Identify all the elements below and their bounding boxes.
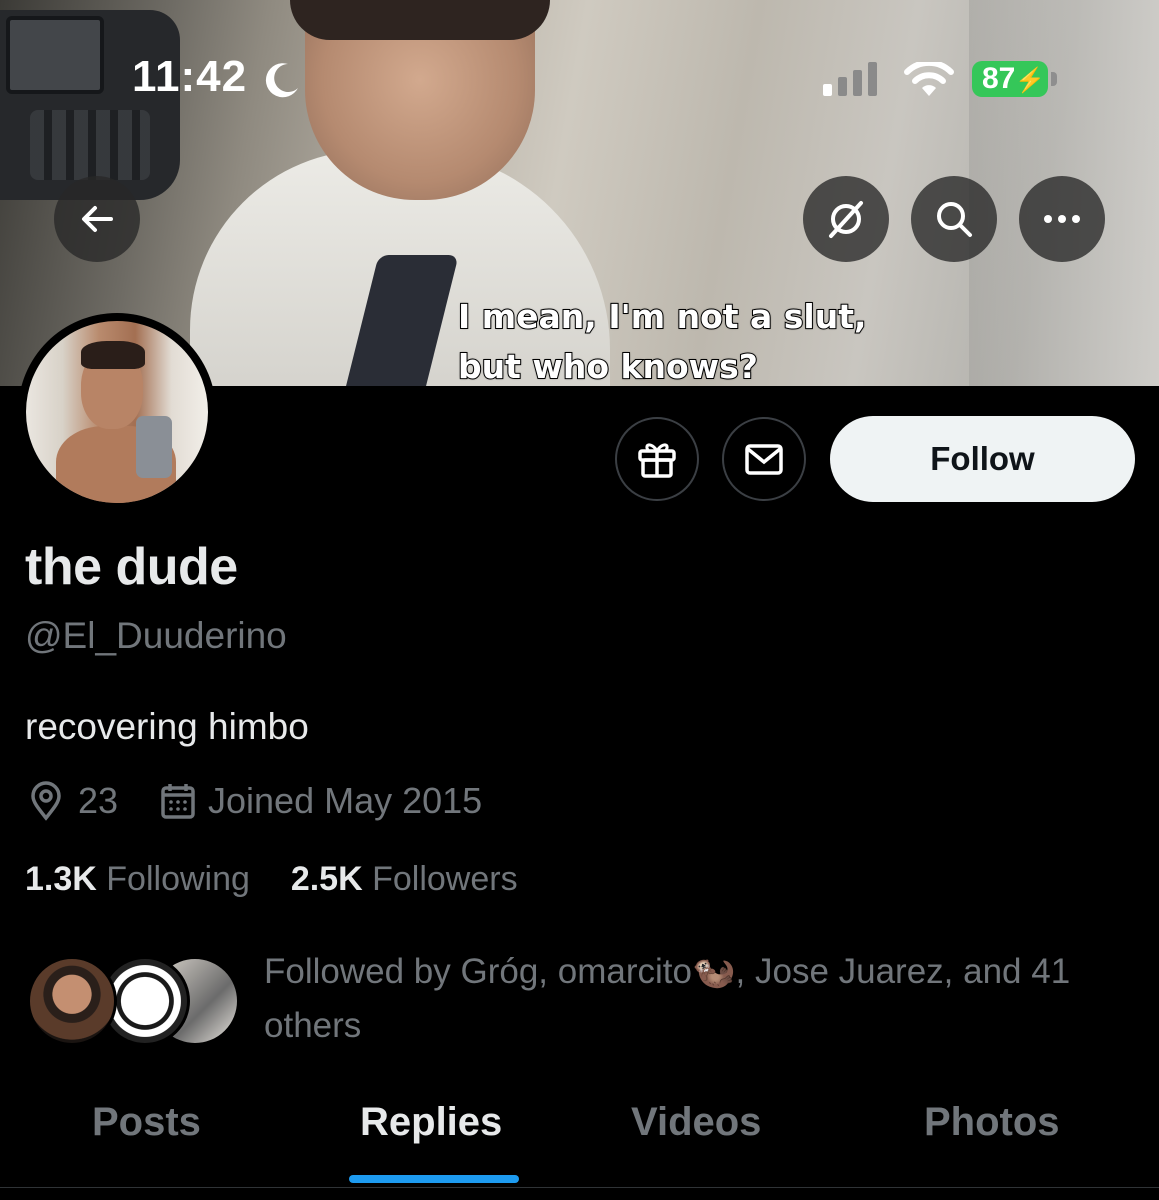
followers-link[interactable]: 2.5K Followers — [291, 860, 518, 898]
follow-button[interactable]: Follow — [830, 416, 1135, 502]
tab-photos[interactable]: Photos — [924, 1100, 1060, 1145]
more-icon — [1044, 215, 1080, 223]
wifi-icon — [904, 62, 954, 96]
mail-icon — [745, 444, 783, 475]
joined-item: Joined May 2015 — [160, 780, 482, 822]
profile-bio: recovering himbo — [25, 706, 309, 747]
status-time: 11:42 — [132, 52, 248, 101]
joined-text: Joined May 2015 — [208, 780, 483, 821]
battery-indicator: 87⚡ — [972, 61, 1048, 97]
moon-icon — [265, 63, 298, 98]
search-icon — [937, 202, 972, 237]
followers-label: Followers — [372, 860, 518, 898]
location-pin-icon — [31, 781, 61, 821]
grok-button[interactable] — [803, 176, 889, 262]
location-item: 23 — [28, 780, 118, 822]
divider — [0, 1187, 1159, 1188]
grok-icon — [829, 201, 863, 238]
calendar-icon — [161, 784, 195, 819]
banner-subtitle: I mean, I'm not a slut, but who knows? — [457, 296, 868, 386]
status-bar: 11:42 87⚡ — [0, 50, 1159, 110]
gift-icon — [638, 443, 676, 478]
signal-icon — [823, 62, 877, 96]
tab-videos[interactable]: Videos — [631, 1100, 761, 1145]
follower-avatar[interactable] — [27, 956, 117, 1046]
message-button[interactable] — [722, 417, 806, 501]
more-options-button[interactable] — [1019, 176, 1105, 262]
display-name: the dude — [25, 538, 238, 596]
following-count: 1.3K — [25, 860, 97, 898]
back-arrow-icon — [82, 206, 113, 232]
search-button[interactable] — [911, 176, 997, 262]
active-tab-indicator — [349, 1175, 519, 1183]
location-text: 23 — [78, 780, 119, 821]
following-label: Following — [106, 860, 250, 898]
tab-replies[interactable]: Replies — [360, 1100, 502, 1145]
tab-posts[interactable]: Posts — [92, 1100, 201, 1145]
user-handle: @El_Duuderino — [25, 615, 287, 656]
followed-by-text[interactable]: Followed by Gróg, omarcito🦦, Jose Juarez… — [264, 945, 1124, 1053]
profile-tabs: Posts Replies Videos Photos — [0, 1090, 1159, 1200]
follow-stats: 1.3K Following 2.5K Followers — [25, 860, 518, 899]
following-link[interactable]: 1.3K Following — [25, 860, 250, 898]
profile-avatar[interactable] — [18, 313, 216, 511]
gift-button[interactable] — [615, 417, 699, 501]
back-button[interactable] — [54, 176, 140, 262]
followers-count: 2.5K — [290, 860, 363, 898]
